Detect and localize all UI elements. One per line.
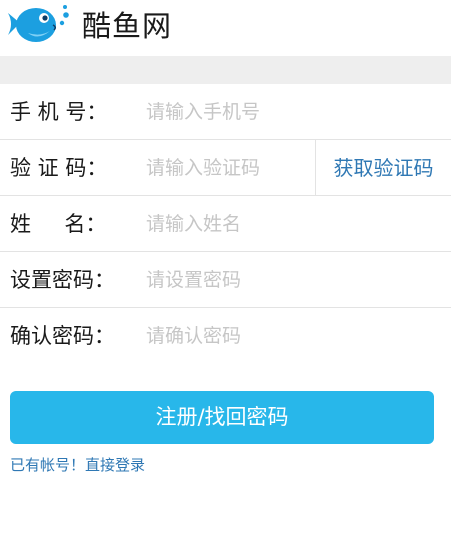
- code-row: 验 证 码： 获取验证码: [0, 140, 451, 196]
- code-input[interactable]: [136, 150, 316, 186]
- submit-button[interactable]: 注册/找回密码: [10, 391, 434, 444]
- password-label: 设置密码：: [10, 268, 115, 292]
- app-title: 酷鱼网: [82, 9, 173, 43]
- section-divider: [0, 56, 451, 84]
- get-code-button[interactable]: 获取验证码: [316, 140, 451, 196]
- name-row: 姓 名：: [0, 196, 451, 252]
- password-row: 设置密码：: [0, 252, 451, 308]
- confirm-password-input[interactable]: [136, 318, 436, 354]
- fish-logo-icon: [8, 5, 69, 42]
- register-form: 手 机 号： 验 证 码： 获取验证码 姓 名： 设置密码： 确认密码：: [0, 84, 451, 364]
- name-label: 姓 名：: [10, 212, 107, 236]
- confirm-password-row: 确认密码：: [0, 308, 451, 364]
- password-input[interactable]: [136, 262, 436, 298]
- confirm-password-label: 确认密码：: [10, 324, 115, 348]
- name-input[interactable]: [136, 206, 436, 242]
- app-header: 酷鱼网: [0, 0, 451, 56]
- phone-input[interactable]: [136, 94, 436, 130]
- login-link[interactable]: 已有帐号！直接登录: [10, 454, 145, 475]
- phone-row: 手 机 号：: [0, 84, 451, 140]
- code-label: 验 证 码：: [10, 156, 108, 180]
- phone-label: 手 机 号：: [10, 100, 108, 124]
